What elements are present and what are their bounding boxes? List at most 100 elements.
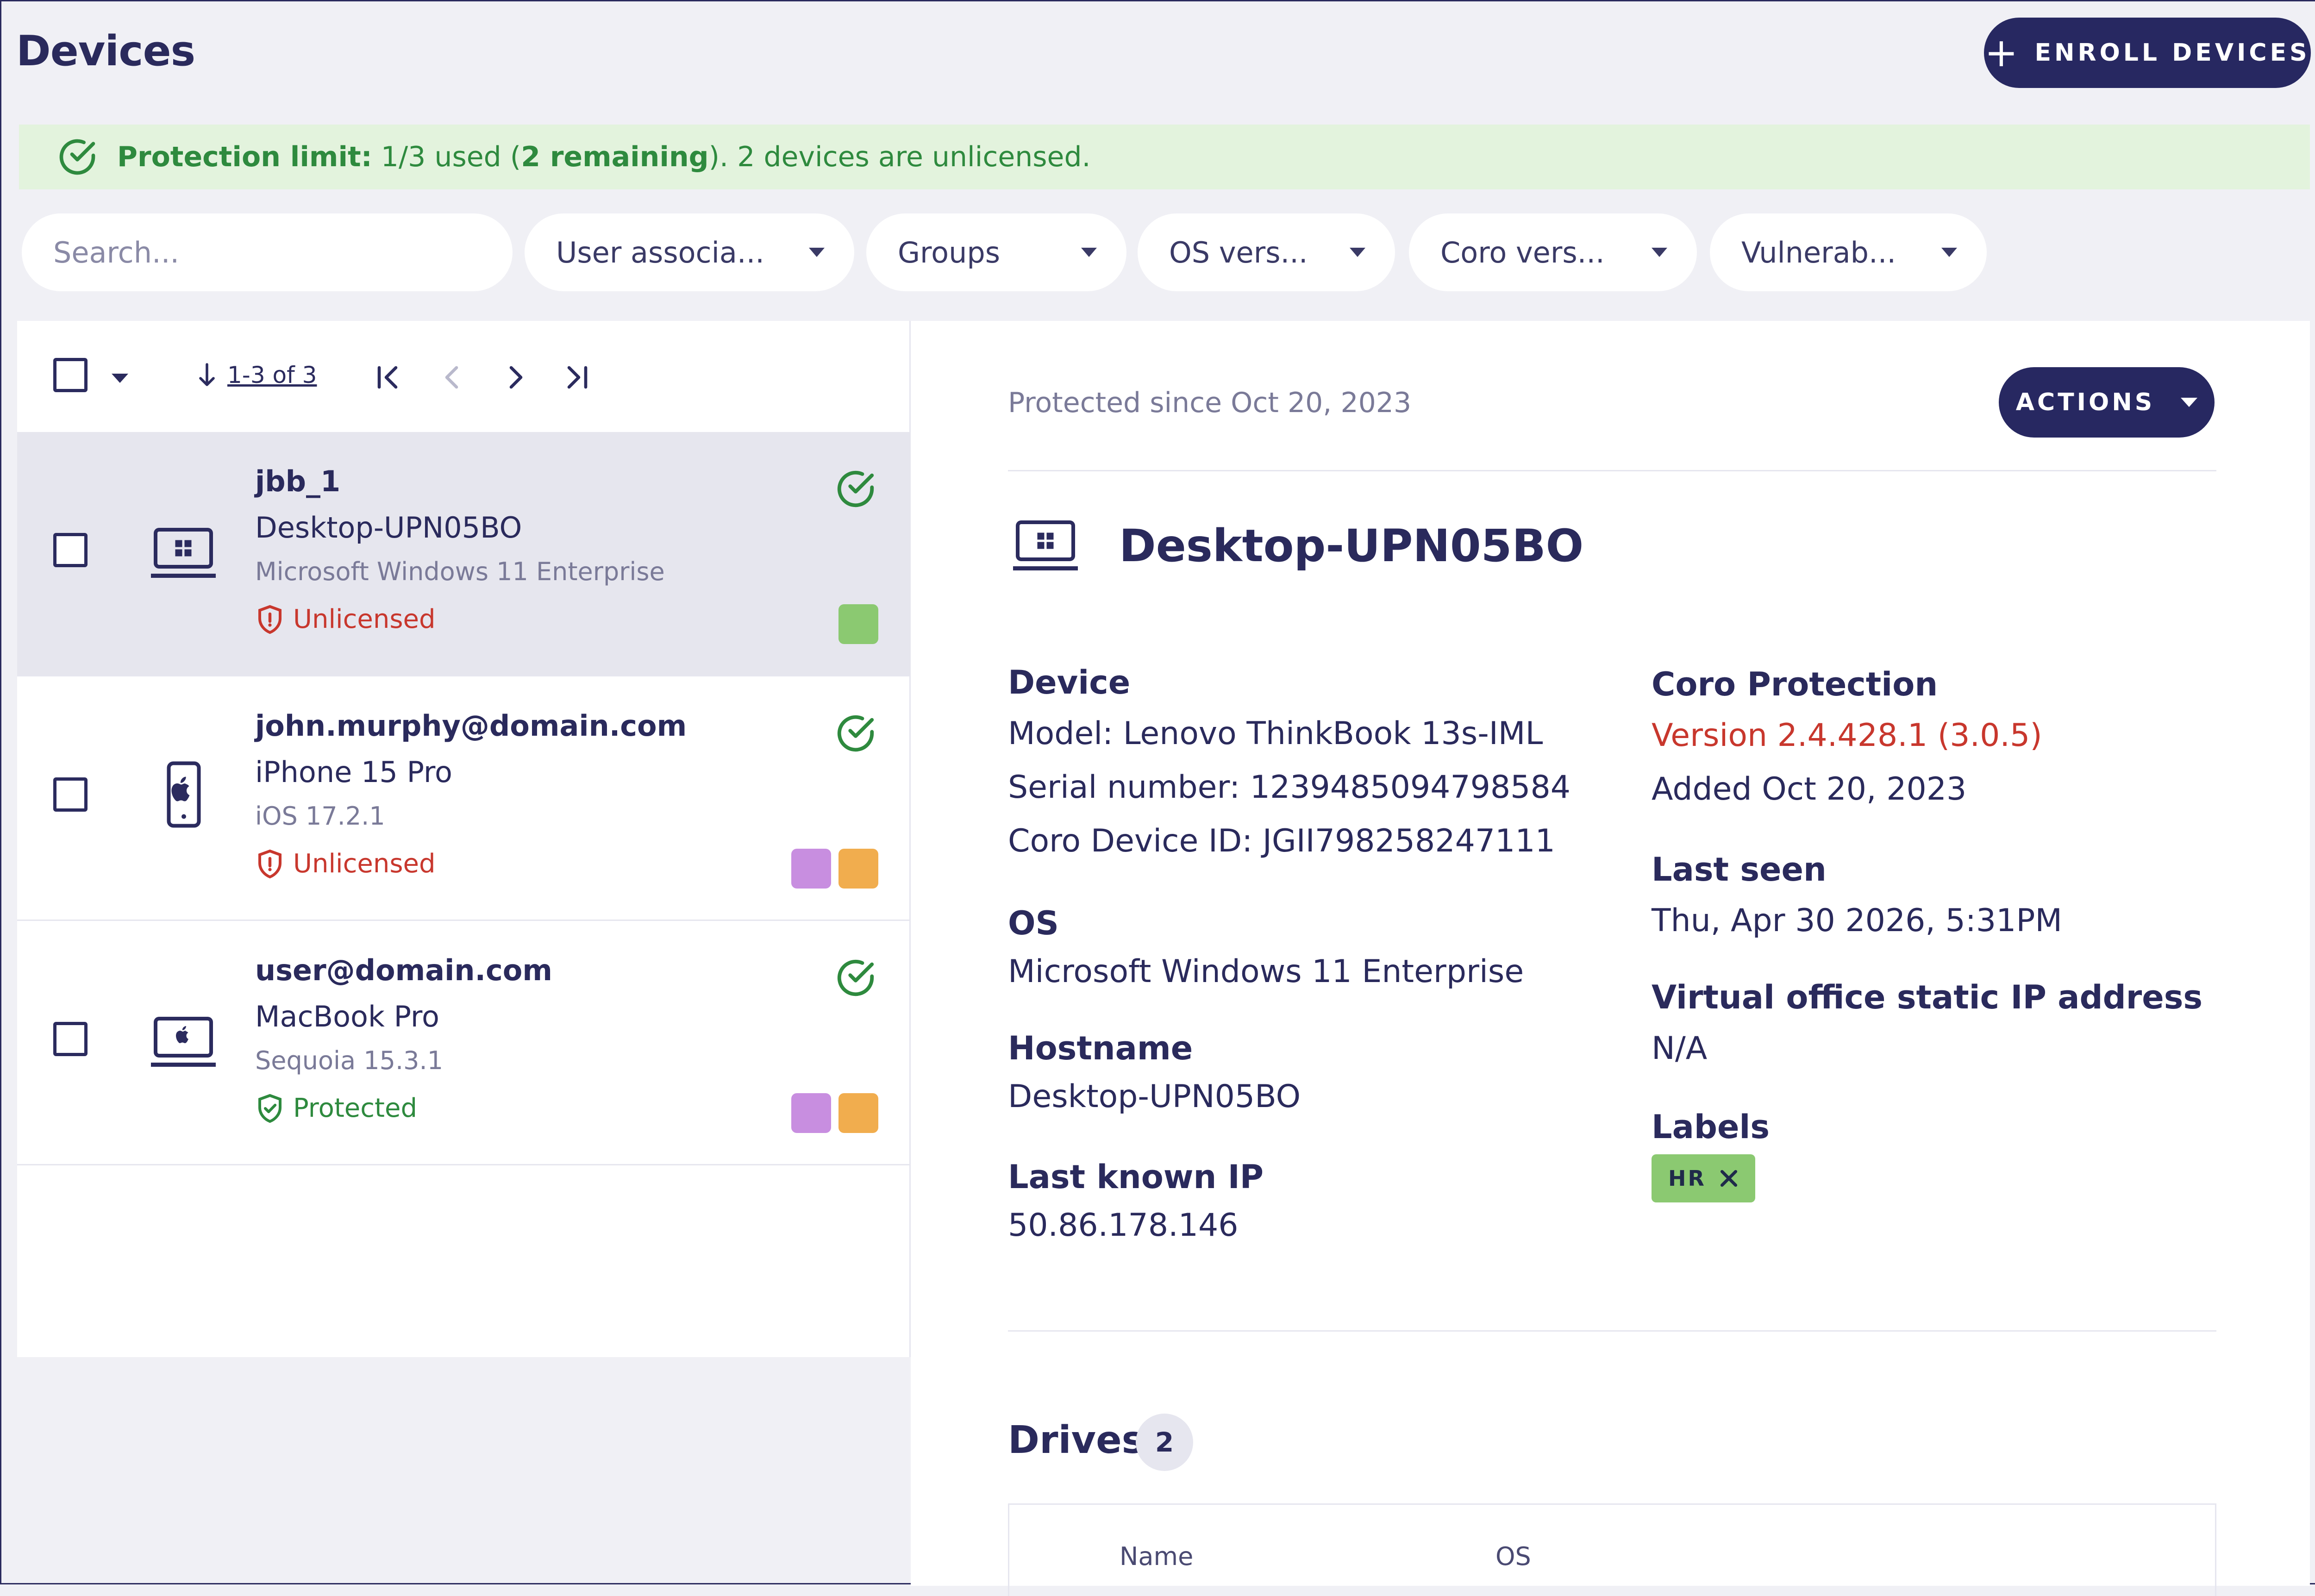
check-circle-icon [837, 470, 874, 507]
drives-table: Name OS [1008, 1503, 2216, 1596]
last-known-ip-value: 50.86.178.146 [1008, 1207, 1239, 1244]
coro-protection-heading: Coro Protection [1652, 665, 1938, 703]
row-checkbox[interactable] [53, 533, 88, 567]
shield-check-icon [258, 1094, 282, 1123]
coro-version-value: Version 2.4.428.1 (3.0.5) [1652, 717, 2042, 754]
last-known-ip-heading: Last known IP [1008, 1158, 1264, 1196]
banner-remaining: 2 remaining [521, 141, 709, 173]
device-name: iPhone 15 Pro [255, 755, 452, 789]
device-user: john.murphy@domain.com [255, 709, 687, 743]
vulnerabilities-filter[interactable]: Vulnerab... [1710, 213, 1987, 291]
protected-since: Protected since Oct 20, 2023 [1008, 387, 1412, 419]
drives-col-os[interactable]: OS [1495, 1542, 1531, 1571]
previous-page-icon[interactable] [436, 361, 469, 394]
windows-desktop-icon [151, 528, 216, 578]
sort-arrow-down-icon[interactable] [198, 363, 216, 388]
virtual-office-ip-value: N/A [1652, 1030, 1708, 1067]
check-circle-icon [837, 715, 874, 752]
banner-label: Protection limit: [117, 141, 372, 173]
caret-down-icon [1350, 248, 1365, 257]
label-tag [791, 849, 831, 889]
last-seen-heading: Last seen [1652, 851, 1827, 889]
enroll-devices-button[interactable]: + ENROLL DEVICES [1984, 18, 2311, 88]
hostname-heading: Hostname [1008, 1029, 1193, 1067]
device-row[interactable]: john.murphy@domain.com iPhone 15 Pro iOS… [17, 676, 911, 921]
label-tag [838, 1093, 878, 1133]
divider [1008, 470, 2216, 471]
os-version-filter[interactable]: OS vers... [1138, 213, 1395, 291]
pagination-range[interactable]: 1-3 of 3 [227, 362, 317, 388]
protection-limit-banner: Protection limit: 1/3 used (2 remaining)… [19, 125, 2310, 189]
virtual-office-ip-heading: Virtual office static IP address [1652, 978, 2203, 1016]
row-checkbox[interactable] [53, 777, 88, 812]
banner-text: Protection limit: 1/3 used (2 remaining)… [117, 141, 1091, 173]
page-title: Devices [16, 27, 195, 75]
shield-alert-icon [258, 605, 282, 634]
device-heading: Device [1008, 663, 1131, 701]
next-page-icon[interactable] [499, 361, 532, 394]
label-chip-text: HR [1668, 1166, 1706, 1191]
search-input[interactable]: Search... [22, 213, 513, 291]
device-os: iOS 17.2.1 [255, 801, 385, 831]
caret-down-icon [1652, 248, 1667, 257]
apple-phone-icon [167, 761, 201, 828]
plus-icon: + [1984, 30, 2018, 76]
coro-version-filter[interactable]: Coro vers... [1409, 213, 1697, 291]
hostname-value: Desktop-UPN05BO [1008, 1078, 1301, 1115]
groups-label: Groups [898, 235, 1001, 269]
device-os: Microsoft Windows 11 Enterprise [255, 557, 665, 586]
caret-down-icon [1081, 248, 1097, 257]
vulnerabilities-label: Vulnerab... [1741, 235, 1896, 269]
last-page-icon[interactable] [561, 361, 594, 394]
divider [1008, 1330, 2216, 1332]
status-badge: Unlicensed [257, 849, 436, 879]
device-title: Desktop-UPN05BO [1119, 520, 1584, 572]
device-user: user@domain.com [255, 953, 552, 987]
label-tag [791, 1093, 831, 1133]
drives-col-name[interactable]: Name [1120, 1542, 1193, 1571]
label-tag [838, 849, 878, 889]
caret-down-icon [1941, 248, 1957, 257]
label-tag [838, 604, 878, 644]
select-menu-caret-icon[interactable] [112, 374, 128, 383]
drives-count-badge: 2 [1136, 1414, 1193, 1471]
windows-desktop-icon [1013, 520, 1078, 570]
user-association-label: User associa... [556, 235, 764, 269]
groups-filter[interactable]: Groups [866, 213, 1126, 291]
check-circle-icon [837, 959, 874, 996]
device-name: MacBook Pro [255, 1000, 439, 1033]
labels-heading: Labels [1652, 1108, 1770, 1146]
drives-heading: Drives [1008, 1418, 1145, 1462]
device-os: Sequoia 15.3.1 [255, 1046, 444, 1075]
user-association-filter[interactable]: User associa... [525, 213, 854, 291]
actions-label: ACTIONS [2015, 388, 2155, 416]
coro-device-id: Coro Device ID: JGII798258247111 [1008, 823, 1555, 859]
device-detail-panel: Protected since Oct 20, 2023 ACTIONS Des… [911, 321, 2310, 1596]
caret-down-icon [2181, 398, 2198, 407]
caret-down-icon [809, 248, 825, 257]
select-all-checkbox[interactable] [53, 358, 88, 392]
label-chip-hr: HR [1652, 1154, 1755, 1202]
last-seen-value: Thu, Apr 30 2026, 5:31PM [1652, 902, 2063, 939]
actions-button[interactable]: ACTIONS [1999, 367, 2215, 438]
device-user: jbb_1 [255, 464, 341, 498]
check-circle-icon [59, 139, 95, 175]
search-placeholder: Search... [53, 235, 180, 269]
status-text: Protected [293, 1093, 417, 1123]
device-row[interactable]: jbb_1 Desktop-UPN05BO Microsoft Windows … [17, 432, 911, 676]
device-model: Model: Lenovo ThinkBook 13s-IML [1008, 715, 1543, 752]
device-name: Desktop-UPN05BO [255, 511, 522, 545]
os-version-label: OS vers... [1169, 235, 1308, 269]
remove-label-icon[interactable] [1719, 1169, 1739, 1188]
os-heading: OS [1008, 904, 1059, 942]
first-page-icon[interactable] [371, 361, 404, 394]
apple-laptop-icon [151, 1017, 216, 1067]
enroll-devices-label: ENROLL DEVICES [2034, 39, 2310, 67]
status-badge: Unlicensed [257, 604, 436, 634]
device-serial: Serial number: 1239485094798584 [1008, 769, 1570, 806]
device-list-panel: 1-3 of 3 jbb_1 Desktop-UPN05BO Microsoft… [17, 321, 911, 1357]
device-row[interactable]: user@domain.com MacBook Pro Sequoia 15.3… [17, 921, 911, 1165]
row-checkbox[interactable] [53, 1022, 88, 1056]
status-text: Unlicensed [293, 849, 436, 879]
coro-version-label: Coro vers... [1440, 235, 1605, 269]
